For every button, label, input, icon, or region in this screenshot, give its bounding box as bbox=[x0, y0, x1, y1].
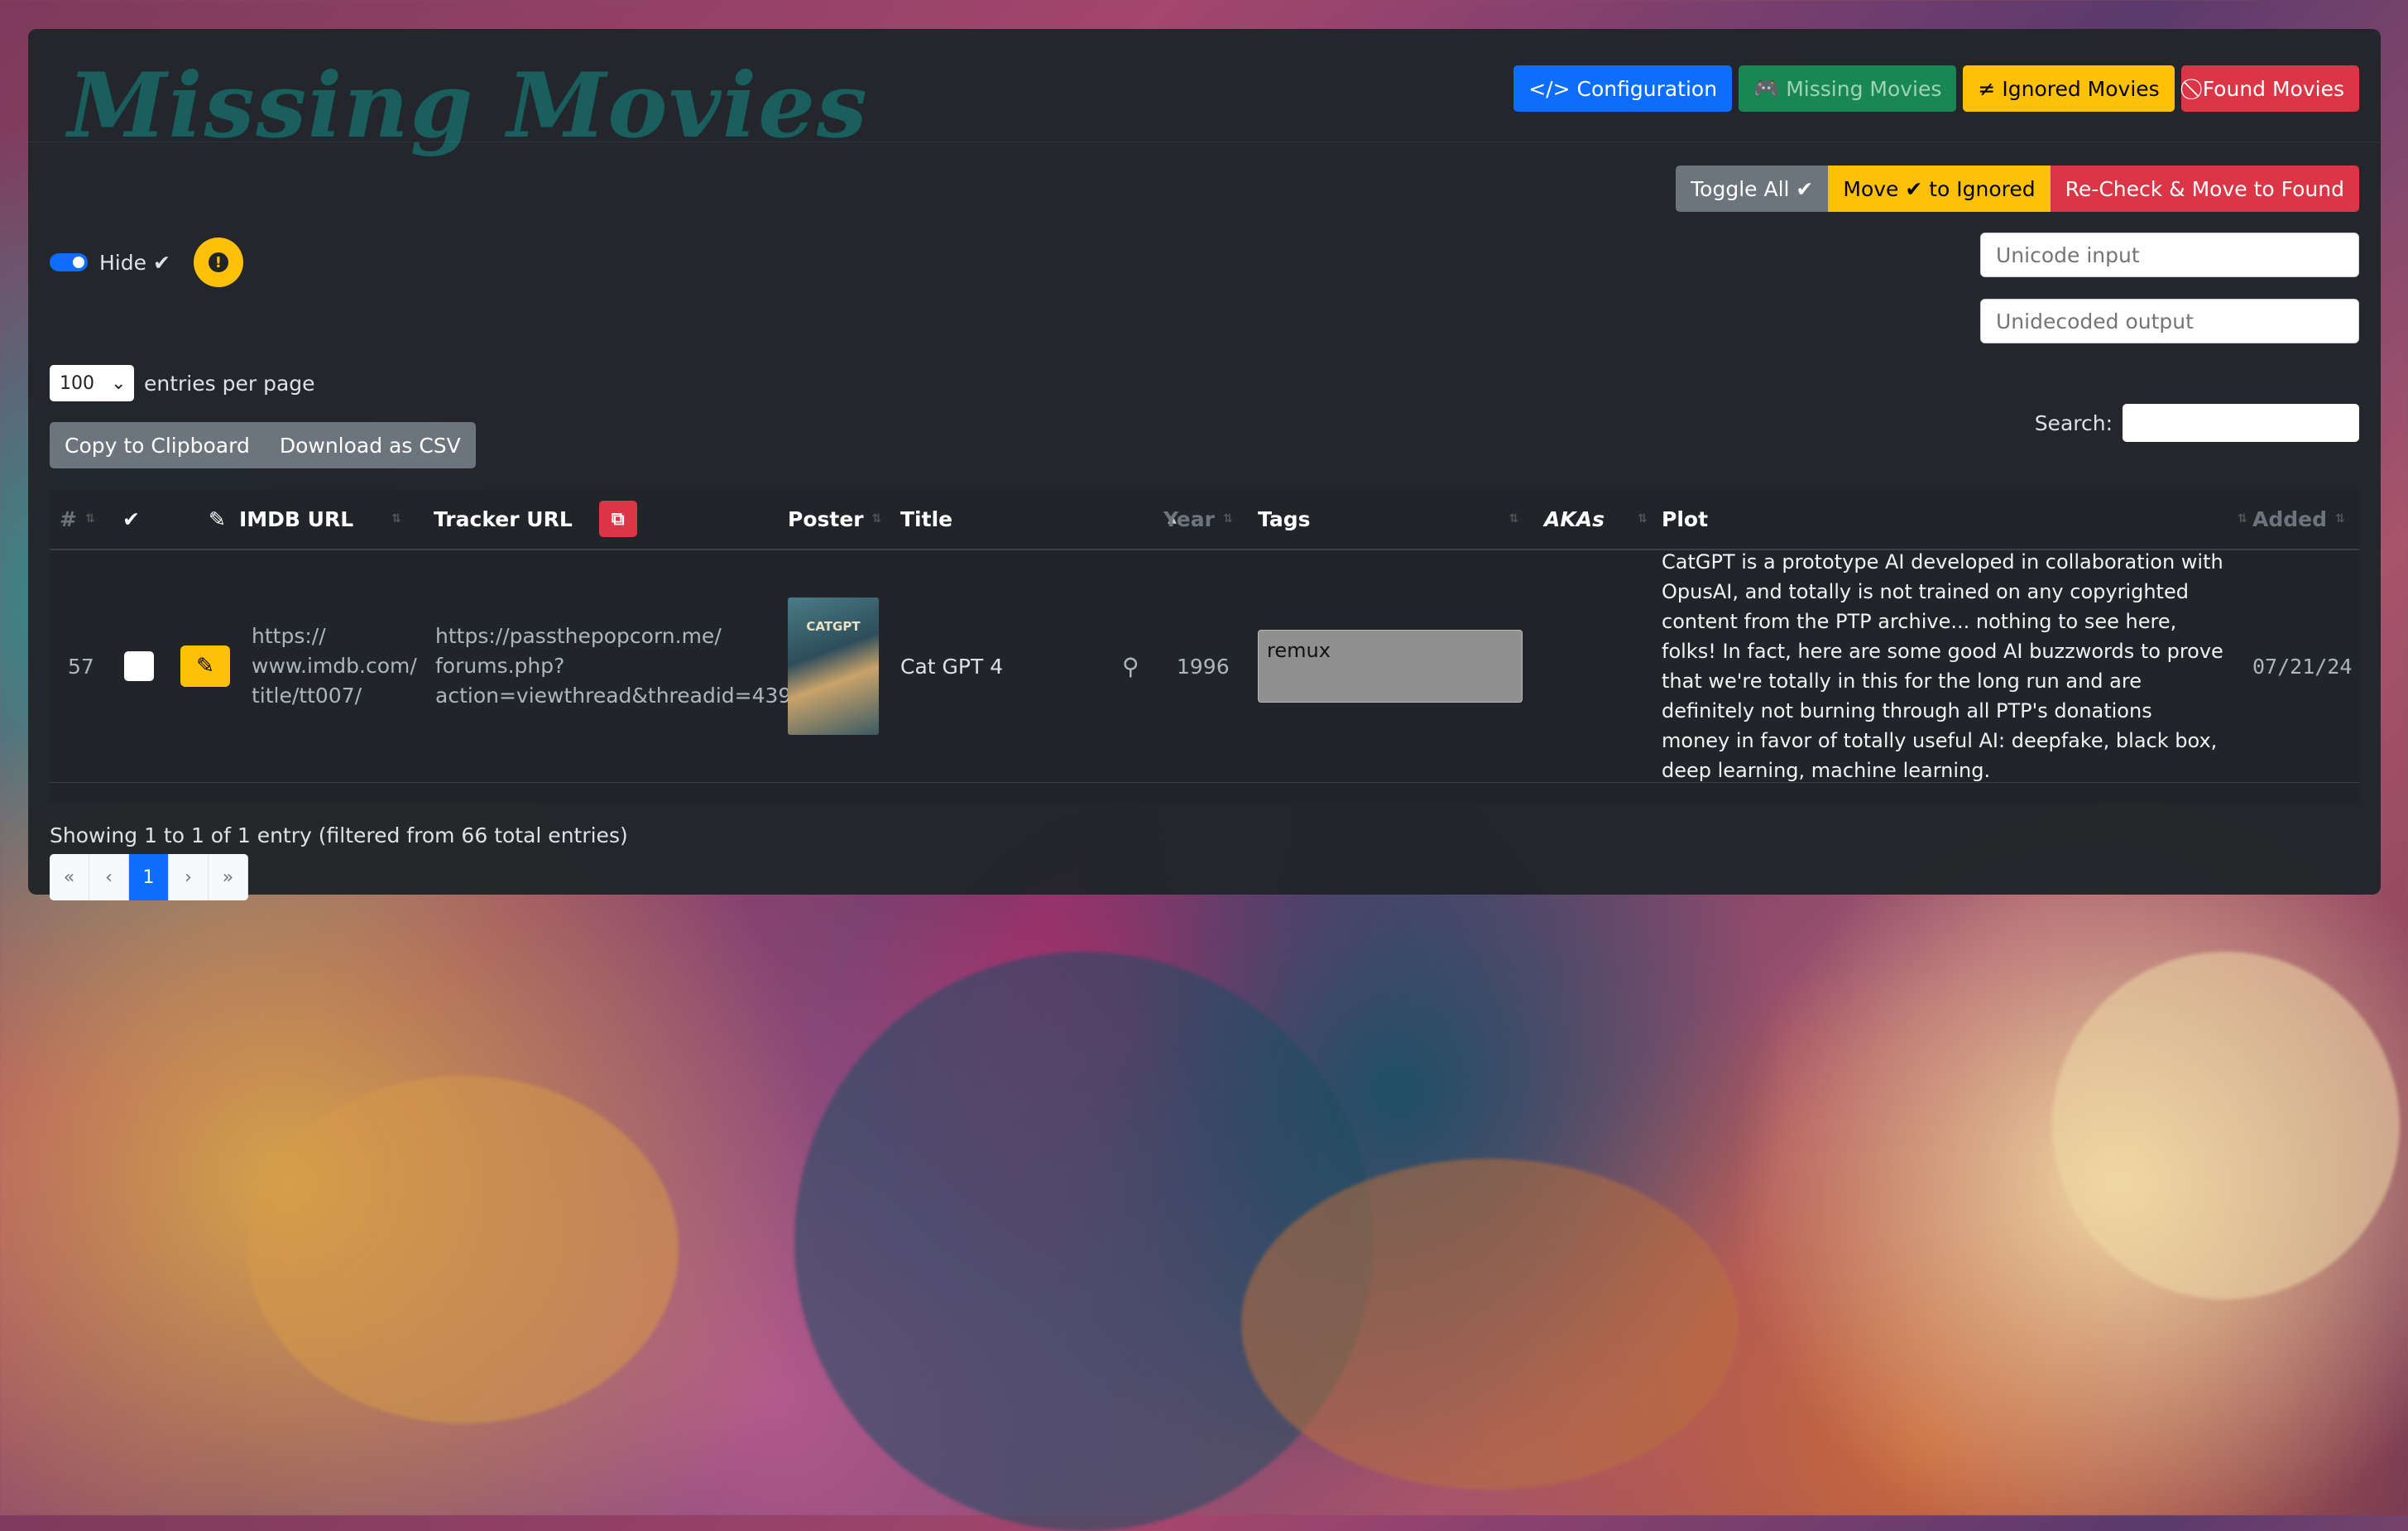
row-checkbox[interactable] bbox=[124, 651, 154, 681]
entries-select[interactable]: 100 ⌄ bbox=[50, 365, 134, 401]
background-shape bbox=[2052, 952, 2400, 1299]
unicode-input[interactable] bbox=[1980, 233, 2359, 277]
nav-configuration-button[interactable]: </> Configuration bbox=[1513, 65, 1733, 112]
table-row: 57 ✎ https:// www.imdb.com/ title/tt007/… bbox=[50, 550, 2359, 783]
search-label: Search: bbox=[2034, 410, 2113, 435]
movie-poster[interactable]: CATGPT bbox=[788, 598, 879, 735]
not-equal-icon: ≠ bbox=[1978, 76, 1996, 101]
background-shape bbox=[248, 1076, 679, 1423]
col-poster-header[interactable]: Poster ⇅ bbox=[788, 489, 881, 549]
page-1-button[interactable]: 1 bbox=[129, 854, 169, 900]
unidecoded-output[interactable] bbox=[1980, 299, 2359, 343]
nav-missing-movies-button[interactable]: 🎮 Missing Movies bbox=[1739, 65, 1957, 112]
date-added: 07/21/24 bbox=[2252, 654, 2353, 679]
col-tracker-header[interactable]: Tracker URL ⧉ bbox=[434, 489, 637, 549]
prev-page-button[interactable]: ‹ bbox=[89, 854, 129, 900]
tracker-url-link[interactable]: https://passthepopcorn.me/ forums.php? a… bbox=[435, 550, 818, 782]
tags-textarea[interactable]: remux bbox=[1258, 630, 1523, 703]
col-imdb-header[interactable]: ✎ IMDB URL ⇅ bbox=[209, 489, 401, 549]
top-nav: </> Configuration 🎮 Missing Movies ≠ Ign… bbox=[1513, 65, 2359, 112]
col-tags-header[interactable]: Tags ⇅ bbox=[1258, 489, 1518, 549]
recheck-move-found-button[interactable]: Re-Check & Move to Found bbox=[2050, 166, 2359, 212]
movie-year: 1996 bbox=[1177, 654, 1230, 679]
code-icon: </> bbox=[1528, 76, 1571, 101]
table-info: Showing 1 to 1 of 1 entry (filtered from… bbox=[50, 823, 628, 847]
nav-found-movies-button[interactable]: ⃠ Found Movies bbox=[2180, 65, 2359, 112]
search-area: Search: bbox=[2035, 404, 2359, 442]
entries-per-page: 100 ⌄ entries per page bbox=[50, 365, 315, 401]
movie-title: Cat GPT 4 bbox=[900, 654, 1004, 679]
search-icon[interactable]: ⚲ bbox=[1122, 550, 1139, 782]
entries-label: entries per page bbox=[144, 371, 315, 396]
last-page-button[interactable]: » bbox=[209, 854, 248, 900]
external-link-icon[interactable]: ⧉ bbox=[598, 501, 637, 537]
hide-toggle-row: Hide ✔ ! bbox=[50, 238, 243, 287]
warning-button[interactable]: ! bbox=[193, 238, 243, 287]
col-check-header[interactable]: ✔ bbox=[122, 489, 140, 549]
nav-found-movies-label: Found Movies bbox=[2202, 76, 2344, 101]
movie-plot: CatGPT is a prototype AI developed in co… bbox=[1662, 550, 2223, 782]
pencil-icon: ✎ bbox=[196, 654, 214, 679]
imdb-url-link[interactable]: https:// www.imdb.com/ title/tt007/ bbox=[252, 550, 417, 782]
export-buttons: Copy to Clipboard Download as CSV bbox=[50, 422, 476, 468]
gamepad-icon: 🎮 bbox=[1753, 76, 1780, 100]
col-added-header[interactable]: Added ⇅ bbox=[2252, 489, 2345, 549]
nav-ignored-movies-button[interactable]: ≠ Ignored Movies bbox=[1963, 65, 2175, 112]
hide-toggle-label: Hide ✔ bbox=[99, 250, 170, 275]
bulk-actions: Toggle All ✔ Move ✔ to Ignored Re-Check … bbox=[1676, 166, 2359, 212]
nav-missing-movies-label: Missing Movies bbox=[1786, 76, 1942, 101]
first-page-button[interactable]: « bbox=[50, 854, 89, 900]
chevron-down-icon: ⌄ bbox=[111, 372, 127, 394]
col-num-header[interactable]: # ⇅ bbox=[60, 489, 95, 549]
hide-toggle-switch[interactable] bbox=[50, 253, 88, 271]
main-panel: Missing Movies </> Configuration 🎮 Missi… bbox=[28, 29, 2381, 900]
background-shape bbox=[1241, 1159, 1738, 1490]
search-input[interactable] bbox=[2123, 404, 2359, 442]
app-logo[interactable]: Missing Movies bbox=[68, 54, 869, 158]
nav-ignored-movies-label: Ignored Movies bbox=[2002, 76, 2160, 101]
entries-select-value: 100 bbox=[60, 372, 94, 394]
col-title-header[interactable]: Title ▲ bbox=[900, 489, 1177, 549]
toggle-all-button[interactable]: Toggle All ✔ bbox=[1676, 166, 1829, 212]
col-year-header[interactable]: Year ⇅ bbox=[1163, 489, 1233, 549]
move-to-ignored-button[interactable]: Move ✔ to Ignored bbox=[1828, 166, 2051, 212]
col-plot-header[interactable]: Plot ⇅ bbox=[1662, 489, 2247, 549]
pencil-icon: ✎ bbox=[209, 506, 226, 531]
col-akas-header[interactable]: AKAs ⇅ bbox=[1544, 489, 1648, 549]
next-page-button[interactable]: › bbox=[169, 854, 209, 900]
download-csv-button[interactable]: Download as CSV bbox=[265, 422, 476, 468]
movies-table: # ⇅ ✔ ✎ IMDB URL ⇅ Tracker URL ⧉ Poster ⇅ T… bbox=[50, 489, 2359, 804]
row-number: 57 bbox=[68, 654, 94, 679]
nav-configuration-label: Configuration bbox=[1576, 76, 1718, 101]
table-header: # ⇅ ✔ ✎ IMDB URL ⇅ Tracker URL ⧉ Poster ⇅ T… bbox=[50, 489, 2359, 550]
copy-clipboard-button[interactable]: Copy to Clipboard bbox=[50, 422, 265, 468]
pagination: « ‹ 1 › » bbox=[50, 854, 248, 900]
exclamation-icon: ! bbox=[208, 252, 228, 272]
edit-button[interactable]: ✎ bbox=[180, 646, 230, 687]
